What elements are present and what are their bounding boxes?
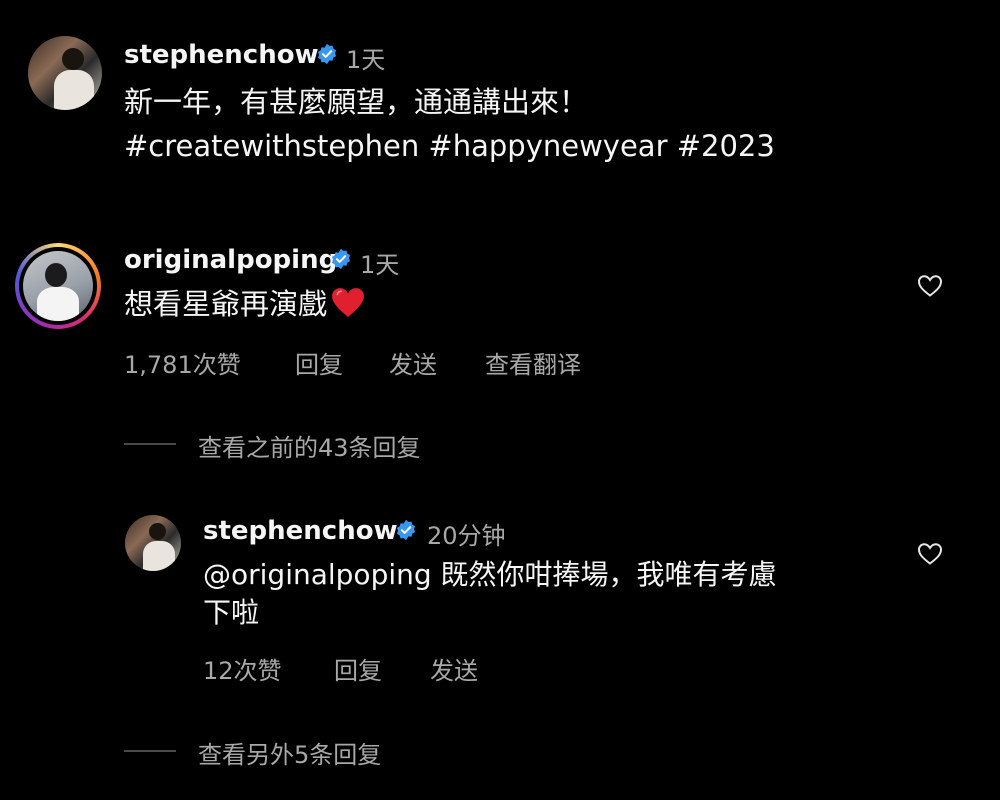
reply-text-line1: @originalpoping 既然你咁捧場，我唯有考慮 [203, 558, 777, 591]
reply-reply-button[interactable]: 回复 [334, 651, 382, 686]
view-previous-replies-button[interactable]: 查看之前的43条回复 [198, 428, 421, 463]
post-caption-line1: 新一年，有甚麼願望，通通講出來！ [124, 85, 589, 119]
reply-time: 20分钟 [427, 522, 506, 550]
reply-author-username[interactable]: stephenchow [203, 516, 398, 546]
red-heart-emoji-icon [332, 288, 364, 317]
verified-badge-icon [396, 519, 416, 541]
replies-divider-line [124, 443, 176, 445]
post-author-username[interactable]: stephenchow [124, 40, 319, 70]
more-replies-divider-line [124, 750, 176, 752]
comment-reply-button[interactable]: 回复 [295, 345, 343, 380]
reply-send-button[interactable]: 发送 [430, 651, 478, 686]
commenter-username[interactable]: originalpoping [124, 245, 337, 275]
comment-translate-button[interactable]: 查看翻译 [485, 345, 581, 380]
comment-like-count[interactable]: 1,781次赞 [124, 345, 241, 380]
view-more-replies-button[interactable]: 查看另外5条回复 [198, 735, 381, 770]
post-time: 1天 [346, 46, 386, 74]
comment-like-heart-icon[interactable] [917, 274, 943, 298]
reply-like-heart-icon[interactable] [917, 542, 943, 566]
verified-badge-icon [317, 43, 337, 65]
post-author-avatar[interactable] [28, 36, 102, 110]
post-hashtags[interactable]: #createwithstephen #happynewyear #2023 [124, 124, 775, 168]
comment-time: 1天 [360, 251, 400, 279]
comment-text: 想看星爺再演戲 [124, 282, 365, 326]
verified-badge-icon [331, 248, 351, 270]
reply-like-count[interactable]: 12次赞 [203, 651, 282, 686]
reply-author-avatar[interactable] [125, 515, 181, 571]
comment-send-button[interactable]: 发送 [389, 345, 437, 380]
commenter-avatar[interactable] [23, 251, 93, 321]
reply-text-line2: 下啦 [203, 596, 260, 629]
comment-text-body: 想看星爺再演戲 [124, 287, 328, 321]
